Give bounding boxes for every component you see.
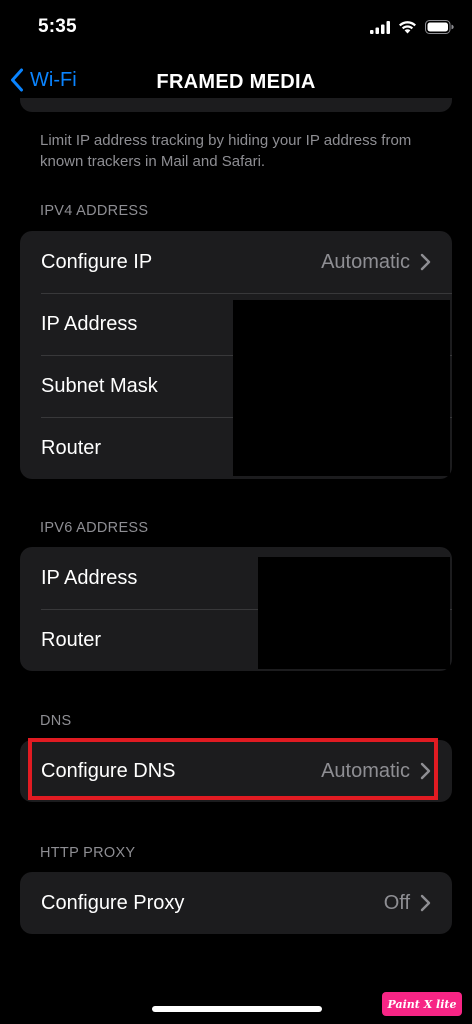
wifi-icon	[399, 21, 416, 34]
ipv4-section-header: IPV4 ADDRESS	[40, 203, 149, 219]
row-label: Configure Proxy	[41, 891, 185, 914]
ipv6-section-header: IPV6 ADDRESS	[40, 520, 149, 536]
row-label: Configure DNS	[41, 759, 176, 782]
watermark-logo: Paint X lite	[382, 992, 462, 1016]
dns-section-header: DNS	[40, 713, 72, 729]
home-indicator[interactable]	[152, 1006, 322, 1012]
redacted-ipv6-values	[258, 557, 450, 669]
row-value: Off	[383, 891, 410, 914]
dns-card: Configure DNS Automatic	[20, 740, 452, 802]
row-value: Automatic	[321, 250, 410, 273]
cellular-signal-icon	[370, 20, 390, 34]
scrolled-card-edge	[20, 98, 452, 112]
battery-icon	[425, 20, 454, 34]
http-proxy-card: Configure Proxy Off	[20, 872, 452, 934]
privacy-footer-text: Limit IP address tracking by hiding your…	[40, 132, 412, 170]
chevron-right-icon	[420, 762, 431, 780]
page-title: FRAMED MEDIA	[156, 71, 316, 93]
redacted-ipv4-values	[233, 300, 450, 476]
chevron-right-icon	[420, 894, 431, 912]
chevron-right-icon	[420, 253, 431, 271]
configure-ip-row[interactable]: Configure IP Automatic	[20, 231, 452, 293]
status-bar: 5:35	[0, 0, 472, 60]
configure-dns-row[interactable]: Configure DNS Automatic	[20, 740, 452, 802]
status-icons	[370, 20, 454, 34]
configure-proxy-row[interactable]: Configure Proxy Off	[20, 872, 452, 934]
row-label: Configure IP	[41, 250, 153, 273]
status-time: 5:35	[38, 16, 77, 37]
row-value: Automatic	[321, 759, 410, 782]
http-proxy-section-header: HTTP PROXY	[40, 845, 136, 861]
